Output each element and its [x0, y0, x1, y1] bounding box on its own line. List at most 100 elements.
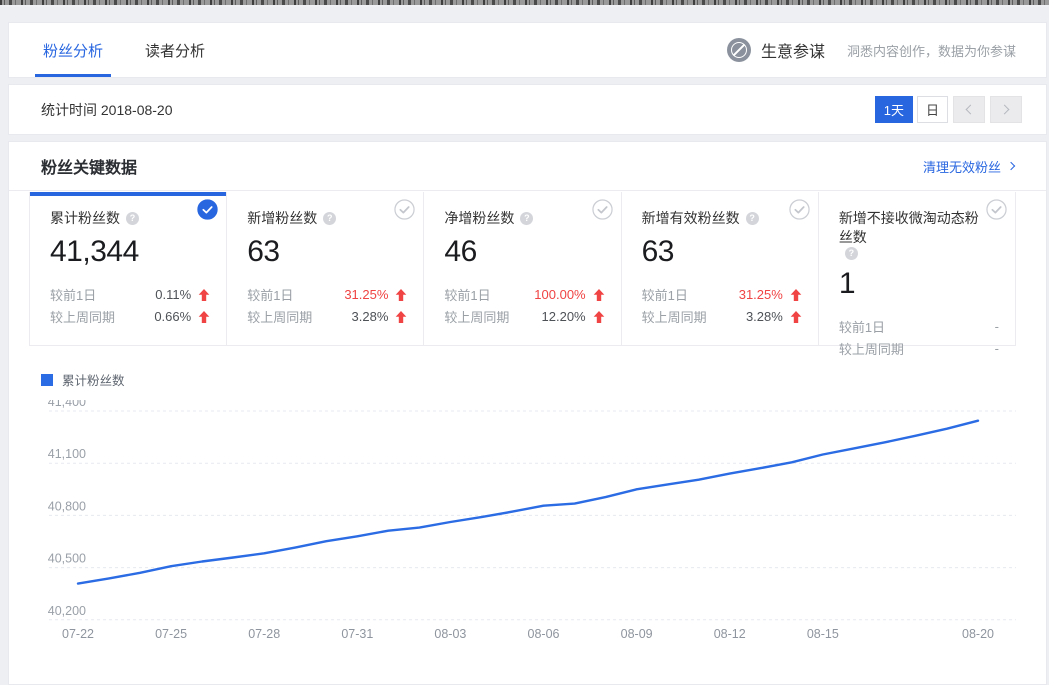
fan-key-data-panel: 粉丝关键数据 清理无效粉丝 累计粉丝数? 41,344 较前1日 0.11% 较… [8, 141, 1047, 685]
compare-value: 0.11% [155, 287, 191, 302]
card-title: 新增粉丝数? [247, 209, 397, 228]
chevron-right-icon [1007, 162, 1015, 170]
section-header: 粉丝关键数据 清理无效粉丝 [9, 142, 1046, 191]
svg-text:41,100: 41,100 [48, 447, 86, 461]
svg-text:07-31: 07-31 [341, 627, 373, 641]
help-icon[interactable]: ? [323, 212, 336, 225]
compare-value: 3.28% [352, 309, 389, 324]
arrow-up-icon [593, 289, 605, 301]
range-button-1day[interactable]: 1天 [875, 96, 913, 123]
arrow-up-icon [395, 311, 407, 323]
tab-reader-analysis[interactable]: 读者分析 [143, 23, 207, 77]
svg-text:07-22: 07-22 [62, 627, 94, 641]
brand-area: 生意参谋 洞悉内容创作，数据为你参谋 [727, 23, 1016, 77]
metric-card-new-no-weitao-fans[interactable]: 新增不接收微淘动态粉丝数? 1 较前1日 - 较上周同期 - [819, 192, 1016, 345]
compare-value: 100.00% [534, 287, 585, 302]
metric-card-new-fans[interactable]: 新增粉丝数? 63 较前1日 31.25% 较上周同期 3.28% [227, 192, 424, 345]
card-value: 63 [247, 235, 407, 270]
compare-label: 较前1日 [839, 317, 885, 336]
svg-text:07-25: 07-25 [155, 627, 187, 641]
svg-text:08-09: 08-09 [621, 627, 653, 641]
svg-text:08-20: 08-20 [962, 627, 994, 641]
compare-value: 31.25% [344, 287, 388, 302]
compare-label: 较上周同期 [839, 339, 904, 358]
compare-row: 较前1日 100.00% [444, 284, 604, 306]
card-value: 63 [642, 235, 802, 270]
tab-label: 读者分析 [145, 40, 205, 61]
range-button-day[interactable]: 日 [917, 96, 948, 123]
card-title: 新增有效粉丝数? [642, 209, 792, 228]
chart-legend[interactable]: 累计粉丝数 [41, 370, 125, 389]
arrow-up-icon [790, 289, 802, 301]
svg-text:08-06: 08-06 [528, 627, 560, 641]
compare-value: 3.28% [746, 309, 783, 324]
compare-row: 较前1日 31.25% [642, 284, 802, 306]
header-bar: 粉丝分析 读者分析 生意参谋 洞悉内容创作，数据为你参谋 [8, 22, 1047, 78]
check-circle-icon[interactable] [986, 199, 1007, 220]
prev-date-button[interactable] [953, 96, 985, 123]
svg-text:08-12: 08-12 [714, 627, 746, 641]
svg-text:08-03: 08-03 [434, 627, 466, 641]
chevron-left-icon [966, 105, 976, 115]
compare-row: 较上周同期 - [839, 338, 999, 360]
compare-row: 较前1日 0.11% [50, 284, 210, 306]
compare-value: 12.20% [542, 309, 586, 324]
metric-cards: 累计粉丝数? 41,344 较前1日 0.11% 较上周同期 0.66% 新增粉… [29, 192, 1016, 346]
sycm-compass-icon [727, 38, 751, 62]
check-circle-icon[interactable] [394, 199, 415, 220]
range-selector: 1天 日 [871, 96, 1022, 123]
fans-trend-chart: 40,20040,50040,80041,10041,40007-2207-25… [9, 400, 1048, 680]
help-icon[interactable]: ? [126, 212, 139, 225]
compare-value: 0.66% [154, 309, 191, 324]
arrow-up-icon [593, 311, 605, 323]
check-circle-icon[interactable] [197, 199, 218, 220]
svg-text:40,800: 40,800 [48, 499, 86, 513]
card-value: 41,344 [50, 235, 210, 270]
svg-text:40,200: 40,200 [48, 604, 86, 618]
compare-row: 较上周同期 12.20% [444, 306, 604, 328]
arrow-up-icon [198, 311, 210, 323]
legend-swatch-icon [41, 374, 53, 386]
check-circle-icon[interactable] [592, 199, 613, 220]
tab-fan-analysis[interactable]: 粉丝分析 [41, 23, 105, 77]
compare-value: - [995, 341, 999, 356]
card-value: 1 [839, 267, 999, 302]
legend-label: 累计粉丝数 [62, 370, 125, 389]
help-icon[interactable]: ? [746, 212, 759, 225]
metric-card-net-fans[interactable]: 净增粉丝数? 46 较前1日 100.00% 较上周同期 12.20% [424, 192, 621, 345]
compare-label: 较上周同期 [50, 307, 115, 326]
metric-card-new-valid-fans[interactable]: 新增有效粉丝数? 63 较前1日 31.25% 较上周同期 3.28% [622, 192, 819, 345]
card-title: 净增粉丝数? [444, 209, 594, 228]
tab-label: 粉丝分析 [43, 40, 103, 61]
stat-time-label: 统计时间 2018-08-20 [41, 100, 173, 120]
compare-label: 较前1日 [444, 285, 490, 304]
screen-edge-artifact [0, 0, 1049, 7]
compare-value: 31.25% [739, 287, 783, 302]
metric-card-total-fans[interactable]: 累计粉丝数? 41,344 较前1日 0.11% 较上周同期 0.66% [30, 192, 227, 345]
clean-invalid-fans-link[interactable]: 清理无效粉丝 [923, 157, 1014, 176]
next-date-button[interactable] [990, 96, 1022, 123]
chevron-right-icon [1000, 105, 1010, 115]
check-circle-icon[interactable] [789, 199, 810, 220]
link-label: 清理无效粉丝 [923, 157, 1001, 176]
arrow-up-icon [395, 289, 407, 301]
date-toolbar: 统计时间 2018-08-20 1天 日 [8, 84, 1047, 135]
card-title: 新增不接收微淘动态粉丝数? [839, 209, 989, 260]
svg-text:40,500: 40,500 [48, 552, 86, 566]
arrow-up-icon [198, 289, 210, 301]
compare-label: 较上周同期 [247, 307, 312, 326]
arrow-up-icon [790, 311, 802, 323]
compare-label: 较上周同期 [642, 307, 707, 326]
compare-row: 较前1日 - [839, 316, 999, 338]
svg-text:08-15: 08-15 [807, 627, 839, 641]
brand-slogan: 洞悉内容创作，数据为你参谋 [847, 41, 1016, 60]
compare-row: 较前1日 31.25% [247, 284, 407, 306]
compare-row: 较上周同期 0.66% [50, 306, 210, 328]
help-icon[interactable]: ? [845, 247, 858, 260]
compare-label: 较上周同期 [444, 307, 509, 326]
compare-label: 较前1日 [642, 285, 688, 304]
compare-label: 较前1日 [50, 285, 96, 304]
card-value: 46 [444, 235, 604, 270]
svg-text:07-28: 07-28 [248, 627, 280, 641]
help-icon[interactable]: ? [520, 212, 533, 225]
